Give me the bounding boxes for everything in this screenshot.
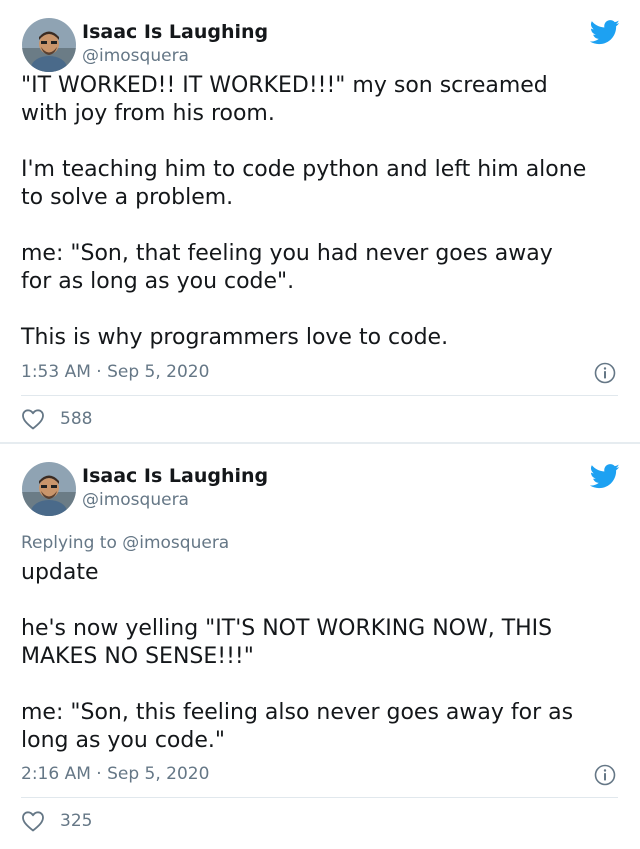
tweet-paragraph: he's now yelling "IT'S NOT WORKING NOW, … (21, 616, 553, 669)
tweet-card: Isaac Is Laughing @imosquera "IT WORKED!… (0, 0, 640, 442)
avatar-image (22, 462, 76, 516)
heart-icon (22, 409, 44, 430)
tweet-paragraph: I'm teaching him to code python and left… (21, 157, 587, 210)
tweet-text: "IT WORKED!! IT WORKED!!!" my son scream… (21, 72, 626, 352)
like-count: 325 (60, 811, 93, 831)
info-icon[interactable] (594, 362, 616, 384)
tweet-paragraph: me: "Son, this feeling also never goes a… (21, 700, 574, 753)
display-name[interactable]: Isaac Is Laughing (82, 21, 268, 43)
tweet-text: update he's now yelling "IT'S NOT WORKIN… (21, 559, 626, 755)
tweet-paragraph: This is why programmers love to code. (21, 325, 449, 350)
twitter-bird-icon[interactable] (590, 20, 620, 45)
info-icon[interactable] (594, 764, 616, 786)
twitter-bird-icon[interactable] (590, 464, 620, 489)
divider (21, 395, 618, 396)
heart-icon (22, 811, 44, 832)
user-handle[interactable]: @imosquera (82, 490, 189, 510)
tweet-paragraph: "IT WORKED!! IT WORKED!!!" my son scream… (21, 73, 548, 126)
user-handle[interactable]: @imosquera (82, 46, 189, 66)
like-button[interactable]: 588 (21, 408, 92, 430)
like-count: 588 (60, 409, 93, 429)
tweet-paragraph: update (21, 560, 99, 585)
tweet-card: Isaac Is Laughing @imosquera Replying to… (0, 444, 640, 849)
replying-to: Replying to @imosquera (21, 533, 229, 553)
avatar[interactable] (22, 18, 76, 72)
display-name[interactable]: Isaac Is Laughing (82, 465, 268, 487)
timestamp[interactable]: 2:16 AM · Sep 5, 2020 (21, 764, 209, 784)
tweet-paragraph: me: "Son, that feeling you had never goe… (21, 241, 553, 294)
timestamp[interactable]: 1:53 AM · Sep 5, 2020 (21, 362, 209, 382)
replying-to-handle[interactable]: @imosquera (122, 533, 229, 553)
avatar[interactable] (22, 462, 76, 516)
divider (21, 797, 618, 798)
like-button[interactable]: 325 (21, 810, 92, 832)
replying-to-label: Replying to (21, 533, 123, 553)
avatar-image (22, 18, 76, 72)
